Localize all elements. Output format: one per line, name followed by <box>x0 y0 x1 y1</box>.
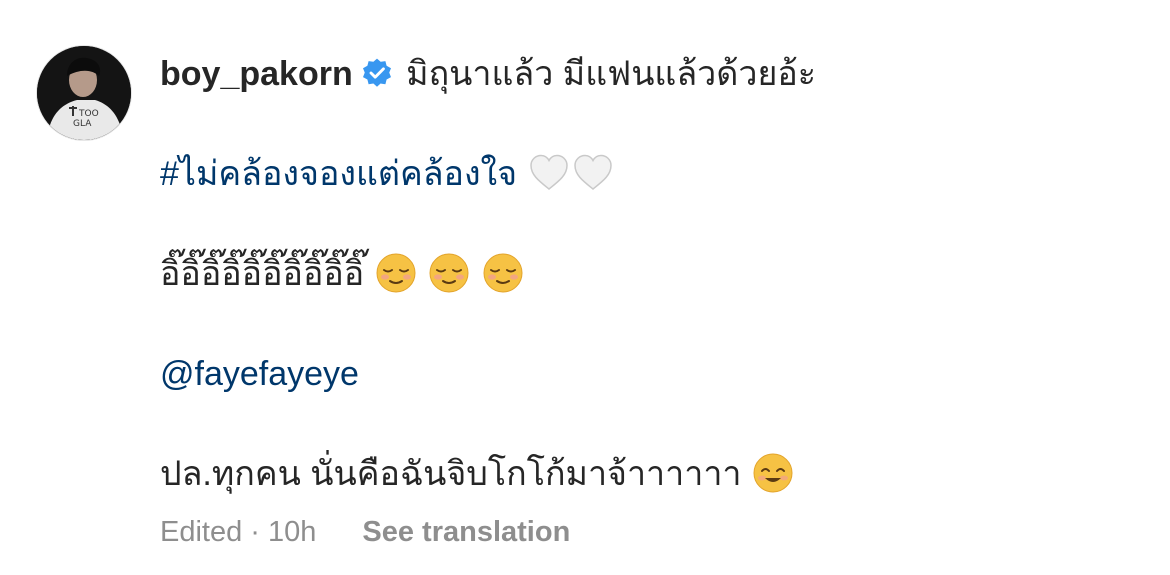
svg-text:TOO: TOO <box>78 109 99 119</box>
avatar[interactable]: TOO GLA <box>37 46 131 140</box>
white-heart-icon <box>527 151 571 195</box>
comment-line-2: #ไม่คล้องจองแต่คล้องใจ <box>160 144 1150 204</box>
edited-timestamp: Edited · 10h <box>160 516 317 548</box>
see-translation-button[interactable]: See translation <box>362 516 570 548</box>
smiling-face-with-smiling-eyes-icon <box>751 451 795 495</box>
comment-line-1: boy_pakorn มิถุนาแล้ว มีแฟนแล้วด้วยอ้ะ <box>160 44 1150 104</box>
comment-text-line-5: ปล.ทุกคน นั่นคือฉันจิบโกโก้มาจ้าาาาาา <box>160 455 742 493</box>
comment-text-line-1: มิถุนาแล้ว มีแฟนแล้วด้วยอ้ะ <box>406 55 817 93</box>
smiling-face-icon <box>427 251 471 295</box>
white-heart-icon <box>571 151 615 195</box>
comment-text-line-3: อิ๊อิ๊อิ๊อิ๊อิ๊อิ๊อิ๊อิ๊อิ๊อิ๊ <box>160 255 365 293</box>
comment-line-5: ปล.ทุกคน นั่นคือฉันจิบโกโก้มาจ้าาาาาา <box>160 444 1150 504</box>
comment-line-4: @fayefayeye <box>160 344 1150 404</box>
comment-body: boy_pakorn มิถุนาแล้ว มีแฟนแล้วด้วยอ้ะ #… <box>160 44 1150 504</box>
comment-line-3: อิ๊อิ๊อิ๊อิ๊อิ๊อิ๊อิ๊อิ๊อิ๊อิ๊ <box>160 244 1150 304</box>
username-link[interactable]: boy_pakorn <box>160 55 353 93</box>
hashtag-link[interactable]: #ไม่คล้องจองแต่คล้องใจ <box>160 155 517 193</box>
mention-link[interactable]: @fayefayeye <box>160 355 359 393</box>
verified-badge-icon <box>361 48 393 87</box>
smiling-face-icon <box>481 251 525 295</box>
comment-meta: Edited · 10h See translation <box>160 516 570 549</box>
smiling-face-icon <box>374 251 418 295</box>
svg-text:GLA: GLA <box>73 119 92 129</box>
